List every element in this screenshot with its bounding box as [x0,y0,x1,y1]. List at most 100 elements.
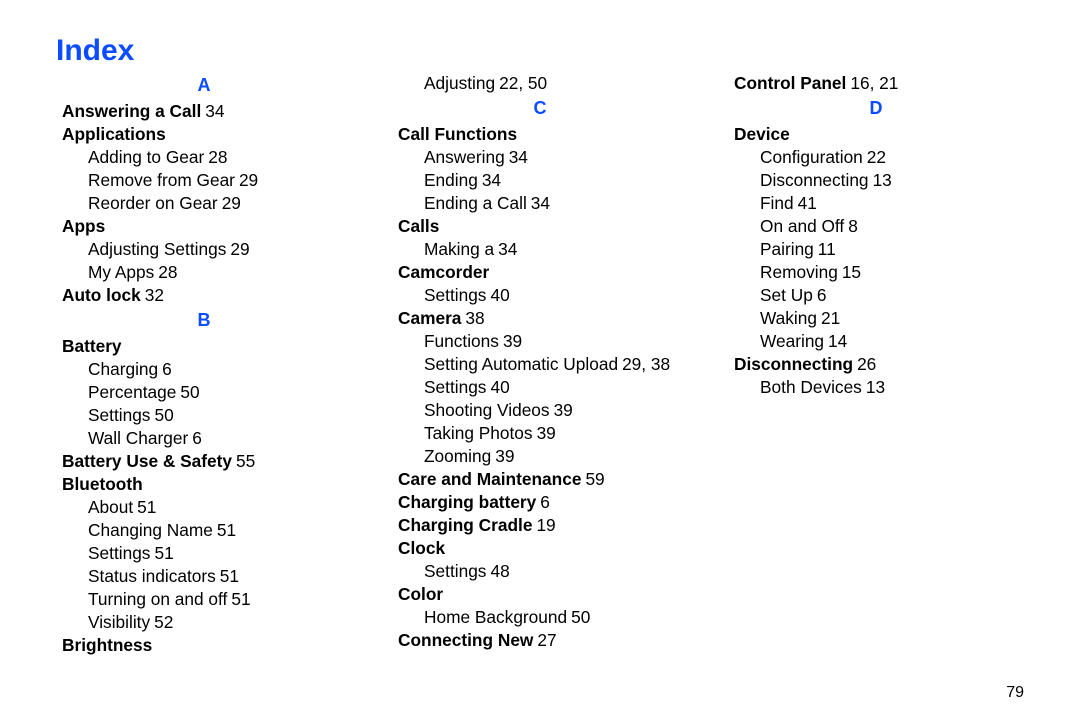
index-subentry: Adjusting Settings29 [88,238,352,261]
index-subentry: Ending a Call34 [424,192,688,215]
heading-pages: 6 [540,492,550,512]
index-subentry: Both Devices13 [760,376,1024,399]
sub-pages: 51 [220,566,239,586]
sub-pages: 29 [239,170,258,190]
sub-label: Turning on and off [88,589,227,609]
heading-label: Care and Maintenance [398,469,581,489]
index-subentry: Settings51 [88,542,352,565]
index-heading: Auto lock32 [62,284,352,307]
heading-label: Clock [398,538,445,558]
index-subentry: Ending34 [424,169,688,192]
sub-pages: 22, 50 [499,73,547,93]
sub-label: Reorder on Gear [88,193,218,213]
sub-pages: 39 [537,423,556,443]
sub-pages: 34 [531,193,550,213]
index-page: Index A Answering a Call34 Applications … [0,0,1080,720]
sub-label: Adding to Gear [88,147,204,167]
heading-label: Call Functions [398,124,517,144]
index-subentry: Adding to Gear28 [88,146,352,169]
index-subentry: Making a34 [424,238,688,261]
index-heading: Control Panel16, 21 [734,72,1024,95]
heading-pages: 34 [205,101,224,121]
sub-label: Remove from Gear [88,170,235,190]
heading-label: Battery Use & Safety [62,451,232,471]
index-heading: Connecting New27 [398,629,688,652]
index-subentry: Settings40 [424,376,688,399]
heading-pages: 55 [236,451,255,471]
heading-pages: 16, 21 [850,73,898,93]
index-subentry: Wearing14 [760,330,1024,353]
sub-label: Answering [424,147,505,167]
sub-pages: 50 [154,405,173,425]
index-heading: Color [398,583,688,606]
index-heading: Applications [62,123,352,146]
sub-pages: 41 [798,193,817,213]
heading-label: Camera [398,308,461,328]
sub-label: Disconnecting [760,170,869,190]
sub-pages: 28 [208,147,227,167]
sub-pages: 29 [230,239,249,259]
sub-pages: 39 [554,400,573,420]
sub-pages: 50 [571,607,590,627]
index-subentry: Percentage50 [88,381,352,404]
heading-label: Answering a Call [62,101,201,121]
index-subentry: On and Off8 [760,215,1024,238]
sub-label: Settings [88,405,150,425]
heading-label: Applications [62,124,166,144]
index-heading: Care and Maintenance59 [398,468,688,491]
sub-label: Both Devices [760,377,862,397]
sub-label: On and Off [760,216,844,236]
sub-pages: 13 [866,377,885,397]
sub-label: My Apps [88,262,154,282]
index-heading: Camcorder [398,261,688,284]
sub-pages: 6 [192,428,202,448]
sub-pages: 51 [231,589,250,609]
heading-pages: 27 [537,630,556,650]
section-letter-b: B [56,309,352,333]
heading-label: Disconnecting [734,354,853,374]
index-heading: Battery [62,335,352,358]
index-subentry: Changing Name51 [88,519,352,542]
sub-label: Settings [424,561,486,581]
index-subentry: Set Up6 [760,284,1024,307]
sub-pages: 51 [154,543,173,563]
index-heading: Charging Cradle19 [398,514,688,537]
sub-label: Ending a Call [424,193,527,213]
heading-pages: 38 [465,308,484,328]
index-subentry: Pairing11 [760,238,1024,261]
section-letter-c: C [392,97,688,121]
heading-label: Control Panel [734,73,846,93]
index-subentry: Home Background50 [424,606,688,629]
sub-label: Set Up [760,285,813,305]
section-letter-a: A [56,74,352,98]
sub-label: Settings [424,285,486,305]
sub-label: Status indicators [88,566,216,586]
index-heading: Battery Use & Safety55 [62,450,352,473]
sub-pages: 51 [217,520,236,540]
sub-label: Waking [760,308,817,328]
sub-pages: 34 [482,170,501,190]
index-subentry: Turning on and off51 [88,588,352,611]
sub-pages: 28 [158,262,177,282]
page-number: 79 [1006,684,1024,702]
index-subentry: Configuration22 [760,146,1024,169]
index-subentry: Adjusting22, 50 [424,72,688,95]
sub-pages: 11 [818,239,836,259]
section-letter-d: D [728,97,1024,121]
index-subentry: Status indicators51 [88,565,352,588]
index-subentry: Shooting Videos39 [424,399,688,422]
index-heading: Clock [398,537,688,560]
sub-label: Adjusting [424,73,495,93]
heading-label: Color [398,584,443,604]
index-heading: Charging battery6 [398,491,688,514]
sub-pages: 40 [490,377,509,397]
sub-pages: 29 [222,193,241,213]
index-subentry: Charging6 [88,358,352,381]
sub-label: Settings [424,377,486,397]
heading-label: Camcorder [398,262,489,282]
sub-label: Home Background [424,607,567,627]
index-subentry: Removing15 [760,261,1024,284]
sub-label: Find [760,193,794,213]
index-subentry: Reorder on Gear29 [88,192,352,215]
index-subentry: Remove from Gear29 [88,169,352,192]
